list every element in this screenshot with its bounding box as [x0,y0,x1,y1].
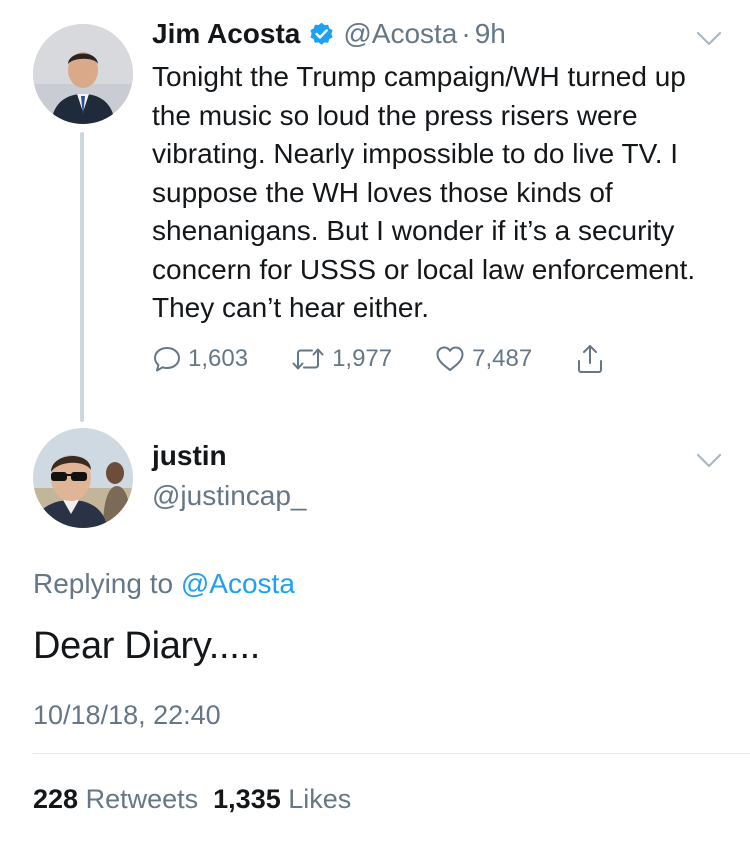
replying-to-line: Replying to @Acosta [33,568,295,600]
retweets-stat[interactable]: 228 Retweets [33,784,198,814]
likes-stat[interactable]: 1,335 Likes [213,784,351,814]
author-handle[interactable]: @Acosta [343,18,457,50]
verified-badge-icon [308,21,335,48]
reply-text: Dear Diary..... [33,625,261,667]
reply-timestamp[interactable]: 10/18/18, 22:40 [33,700,221,731]
separator-dot: · [461,18,471,49]
retweet-button[interactable]: 1,977 [290,344,392,374]
justin-avatar-image [33,428,133,528]
like-count: 7,487 [472,345,533,372]
thread-line [80,132,84,422]
author-display-name[interactable]: Jim Acosta [152,18,300,50]
reply-count: 1,603 [188,345,249,372]
acosta-avatar-image [33,24,133,124]
tweet-relative-time[interactable]: 9h [475,18,506,50]
likes-label: Likes [288,784,352,814]
chevron-down-icon[interactable] [695,30,723,48]
tweet-header: Jim Acosta @Acosta · 9h [152,18,506,50]
divider [33,753,750,754]
avatar-justin[interactable] [33,428,133,528]
retweet-total: 228 [33,784,79,814]
like-button[interactable]: 7,487 [434,344,532,374]
engagement-stats: 228 Retweets 1,335 Likes [33,784,351,815]
retweet-icon [292,348,324,370]
heart-icon [436,346,464,371]
chevron-down-icon[interactable] [695,452,723,470]
share-button[interactable] [574,343,606,375]
retweet-count: 1,977 [332,345,393,372]
share-icon [578,345,603,373]
replying-to-link[interactable]: @Acosta [181,568,295,599]
reply-button[interactable]: 1,603 [152,344,248,374]
replying-to-prefix: Replying to [33,568,174,599]
avatar-acosta[interactable] [33,24,133,124]
retweets-label: Retweets [85,784,199,814]
reply-icon [154,347,180,372]
like-total: 1,335 [213,784,281,814]
reply-author-handle[interactable]: @justincap_ [152,480,307,512]
tweet-actions: 1,603 1,977 7,487 [152,343,648,375]
reply-author-display-name[interactable]: justin [152,440,227,472]
tweet-text: Tonight the Trump campaign/WH turned up … [152,61,696,323]
